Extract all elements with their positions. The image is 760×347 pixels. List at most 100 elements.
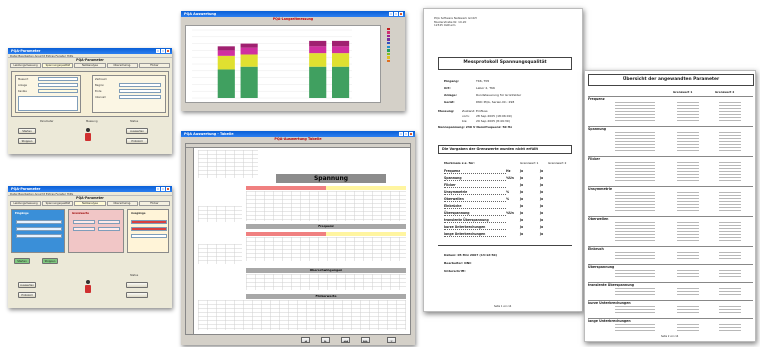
- nav-last-button[interactable]: ►►: [361, 337, 370, 343]
- criterion-b: ja: [540, 169, 544, 173]
- legend-swatch: [387, 49, 390, 52]
- minimize-icon[interactable]: [156, 187, 160, 191]
- close-icon[interactable]: [399, 12, 403, 16]
- nav-close-button[interactable]: ×: [387, 337, 396, 343]
- notes-field[interactable]: [18, 96, 78, 111]
- tab-oberschwingungen[interactable]: Oberschwing.: [106, 201, 138, 206]
- tab-oberschwingungen[interactable]: Oberschwing.: [106, 63, 138, 68]
- footer-field: Datum: 05 Mrz 2007 (13:12:50): [444, 253, 497, 257]
- tab-flicker[interactable]: Flicker: [138, 63, 171, 68]
- parameter-text-line: [677, 252, 699, 253]
- bar-segment-6-0: [309, 66, 327, 98]
- parameter-text-line: [719, 306, 741, 307]
- input-field-3[interactable]: [16, 234, 62, 238]
- parameter-text-line: [615, 231, 655, 232]
- parameter-text-line: [719, 174, 741, 175]
- output-field-2[interactable]: [131, 227, 167, 231]
- parameter-text-line: [719, 132, 741, 133]
- parameter-text-line: [615, 312, 655, 313]
- section-status: Status: [130, 120, 139, 123]
- criterion-u: %: [506, 190, 510, 194]
- stop-button[interactable]: Stoppen: [42, 258, 58, 264]
- parameter-text-line: [615, 240, 655, 241]
- nav-prev-button[interactable]: ◄: [301, 337, 310, 343]
- measure-key: vom:: [462, 114, 470, 118]
- close-icon[interactable]: [166, 187, 170, 191]
- limit-field-1[interactable]: [73, 220, 95, 224]
- criterion-n: Flicker: [444, 183, 506, 188]
- legend-swatch: [387, 56, 390, 59]
- col-header-grenzwert2: Grenzwert 2: [548, 161, 567, 165]
- evaluate-button[interactable]: Auswerten: [18, 282, 36, 288]
- close-icon[interactable]: [166, 49, 170, 53]
- status-button-1[interactable]: [126, 282, 148, 288]
- parameter-text-line: [719, 231, 741, 232]
- parameter-text-line: [719, 114, 741, 115]
- limit-field-4[interactable]: [98, 227, 120, 231]
- maximize-icon[interactable]: [161, 187, 165, 191]
- field-value: Labor 2, TK6: [476, 86, 495, 90]
- evaluate-button[interactable]: Auswerten: [126, 128, 148, 134]
- parameter-text-line: [677, 330, 699, 331]
- bar-segment-7-1: [332, 53, 350, 67]
- parameter-text-line: [615, 291, 655, 292]
- limit-field-2[interactable]: [98, 220, 120, 224]
- tab-netzanalyse[interactable]: Netzanalyse: [74, 63, 106, 68]
- legend-swatch: [387, 45, 390, 48]
- parameter-text-line: [677, 162, 699, 163]
- protocol-button[interactable]: Protokoll: [18, 292, 36, 298]
- parameter-text-line: [719, 225, 741, 226]
- maximize-icon[interactable]: [404, 132, 408, 136]
- maximize-icon[interactable]: [394, 12, 398, 16]
- parameter-text-line: [615, 111, 655, 112]
- minimize-icon[interactable]: [389, 12, 393, 16]
- kanaele-field[interactable]: [38, 89, 78, 93]
- criterion-u: %Un: [506, 211, 514, 215]
- tab-leistungsmessung[interactable]: Leistungsmessung: [10, 201, 42, 206]
- tab-spannungsqualitaet[interactable]: Spannungsqualität: [42, 63, 74, 68]
- stop-button[interactable]: Stoppen: [18, 138, 36, 144]
- tab-flicker[interactable]: Flicker: [138, 201, 171, 206]
- status-button-2[interactable]: [126, 292, 148, 298]
- parameter-text-line: [719, 102, 741, 103]
- anlage-field[interactable]: [38, 83, 78, 87]
- band-yellow-2: [326, 232, 406, 236]
- footer-field: Unterschrift:: [444, 269, 466, 273]
- input-field-1[interactable]: [16, 220, 62, 224]
- output-field-1[interactable]: [131, 220, 167, 224]
- nav-first-button[interactable]: ◄◄: [341, 337, 350, 343]
- cell-block-5: [198, 244, 242, 264]
- parameter-section-title: Unsymmetrie: [588, 187, 612, 191]
- beginn-field[interactable]: [119, 83, 161, 87]
- tab-leistungsmessung[interactable]: Leistungsmessung: [10, 63, 42, 68]
- legend-swatch: [387, 34, 390, 38]
- close-icon[interactable]: [409, 132, 413, 136]
- parameter-text-line: [719, 141, 741, 142]
- parameter-text-line: [615, 237, 655, 238]
- minimize-icon[interactable]: [156, 49, 160, 53]
- input-field-2[interactable]: [16, 227, 62, 231]
- parameter-text-line: [677, 324, 699, 325]
- parameter-text-line: [615, 105, 655, 106]
- minimize-icon[interactable]: [399, 132, 403, 136]
- parameter-text-line: [677, 288, 699, 289]
- parameter-text-line: [719, 177, 741, 178]
- bar-segment-6-2: [309, 46, 327, 54]
- messort-field[interactable]: [38, 77, 78, 81]
- start-button[interactable]: Starten: [18, 128, 36, 134]
- tab-netzanalyse[interactable]: Netzanalyse: [74, 201, 106, 206]
- tab-spannungsqualitaet[interactable]: Spannungsqualität: [42, 201, 74, 206]
- protocol-button[interactable]: Protokoll: [126, 138, 148, 144]
- limit-field-3[interactable]: [73, 227, 95, 231]
- start-button[interactable]: Starten: [14, 258, 30, 264]
- ende-field[interactable]: [119, 89, 161, 93]
- tab-bar: Leistungsmessung Spannungsqualität Netza…: [8, 201, 172, 206]
- maximize-icon[interactable]: [161, 49, 165, 53]
- parameter-text-line: [719, 237, 741, 238]
- criterion-u: Hz: [506, 169, 511, 173]
- nav-next-button[interactable]: ►: [321, 337, 330, 343]
- intervall-field[interactable]: [119, 95, 161, 99]
- output-field-3[interactable]: [131, 234, 167, 238]
- parameter-text-line: [719, 144, 741, 145]
- spreadsheet-grid[interactable]: Spannung Frequenz Oberschwingungen Flick…: [185, 143, 411, 335]
